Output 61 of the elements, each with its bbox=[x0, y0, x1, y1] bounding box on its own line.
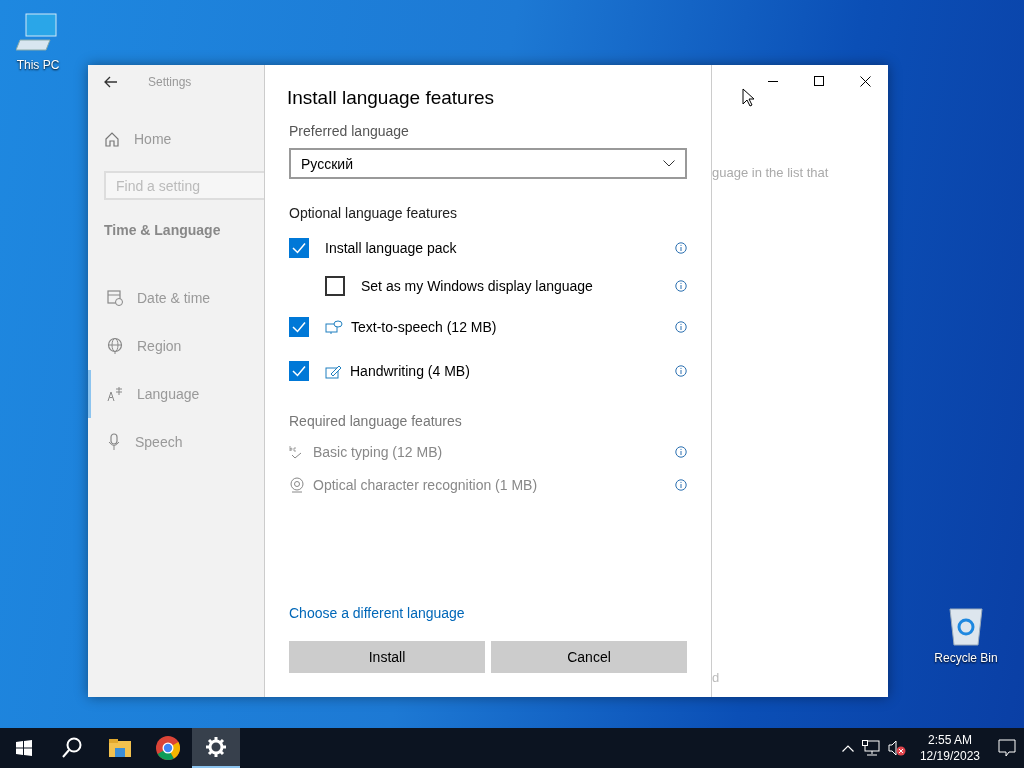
checkbox[interactable] bbox=[325, 276, 345, 296]
chevron-down-icon bbox=[663, 160, 675, 167]
speech-monitor-icon bbox=[325, 319, 343, 335]
home-nav-item[interactable]: Home bbox=[88, 119, 264, 159]
dialog-button[interactable]: Install bbox=[289, 641, 485, 673]
search-icon bbox=[62, 737, 82, 759]
option-label: Set as my Windows display language bbox=[361, 278, 594, 294]
chevron-up-icon bbox=[841, 744, 854, 752]
info-icon bbox=[675, 321, 687, 333]
partial-text: d bbox=[712, 670, 721, 685]
desktop-shortcut[interactable]: This PC bbox=[8, 10, 68, 72]
option-label: Install language pack bbox=[325, 240, 458, 256]
folder-icon bbox=[109, 739, 131, 757]
pen-edit-icon bbox=[325, 363, 342, 379]
section-heading: Optional language features bbox=[289, 205, 459, 221]
microphone-icon bbox=[107, 433, 121, 451]
checkbox[interactable] bbox=[289, 238, 309, 258]
info-icon bbox=[675, 365, 687, 377]
language-dropdown[interactable]: Русский bbox=[289, 148, 687, 179]
nav-item[interactable]: Speech bbox=[88, 418, 264, 466]
language-icon bbox=[107, 386, 123, 402]
windows-logo-icon bbox=[16, 740, 32, 756]
dialog-title: Install language features bbox=[287, 87, 496, 109]
info-icon bbox=[675, 445, 687, 458]
field-label: Preferred language bbox=[289, 123, 410, 139]
computer-icon bbox=[16, 10, 60, 54]
desktop-shortcut[interactable]: Recycle Bin bbox=[936, 603, 996, 665]
globe-icon bbox=[107, 337, 123, 355]
feature-label: Optical character recognition (1 MB) bbox=[313, 476, 539, 493]
clock-time: 2:55 AM bbox=[927, 732, 972, 748]
info-icon bbox=[675, 280, 687, 292]
browser-icon bbox=[156, 736, 180, 760]
back-arrow-icon bbox=[104, 76, 118, 88]
feature-label: Basic typing (12 MB) bbox=[313, 443, 444, 460]
section-heading: Required language features bbox=[289, 413, 463, 429]
option-label: Handwriting (4 MB) bbox=[350, 363, 471, 379]
nav-item[interactable]: Date & time bbox=[88, 274, 264, 322]
info-icon bbox=[675, 242, 687, 254]
close-icon bbox=[859, 75, 871, 87]
description-text: guage in the list that bbox=[712, 165, 830, 180]
option-label: Text-to-speech (12 MB) bbox=[351, 319, 498, 335]
network-icon bbox=[861, 740, 880, 756]
gear-icon bbox=[206, 737, 226, 757]
minimize-icon bbox=[768, 80, 778, 82]
taskbar-button[interactable] bbox=[192, 728, 240, 768]
checkbox[interactable] bbox=[289, 361, 309, 381]
nav-item[interactable]: Region bbox=[88, 322, 264, 370]
notification-icon bbox=[998, 739, 1016, 757]
home-icon bbox=[104, 131, 120, 147]
mouse-pointer-icon bbox=[742, 88, 754, 107]
section-heading: Time & Language bbox=[103, 221, 222, 238]
muted-speaker-icon bbox=[887, 740, 906, 756]
camera-eye-icon bbox=[289, 476, 305, 493]
calendar-clock-icon bbox=[107, 289, 123, 307]
clock-date: 12/19/2023 bbox=[919, 748, 980, 764]
checkbox[interactable] bbox=[289, 317, 309, 337]
change-language-link[interactable]: Choose a different language bbox=[289, 605, 465, 621]
window-title: Settings bbox=[148, 75, 192, 89]
info-icon bbox=[675, 478, 687, 491]
maximize-icon bbox=[814, 76, 824, 86]
dialog-button[interactable]: Cancel bbox=[491, 641, 687, 673]
